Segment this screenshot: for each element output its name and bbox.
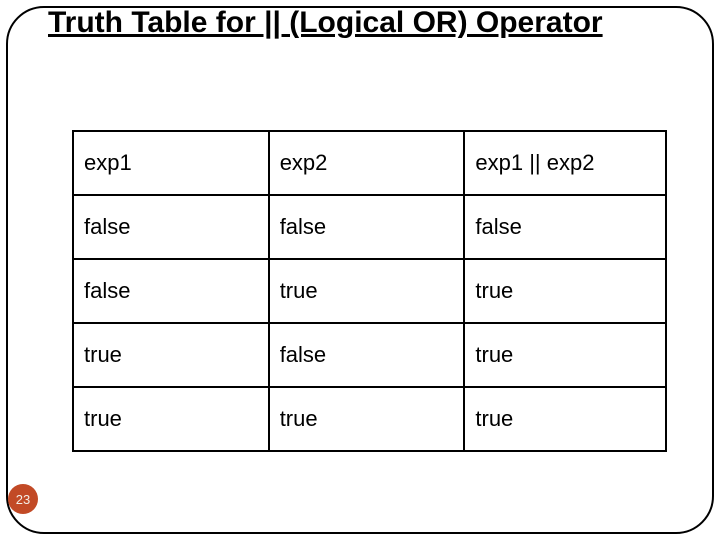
col-header-exp2: exp2 — [269, 131, 465, 195]
table-row: false true true — [73, 259, 666, 323]
table-row: true false true — [73, 323, 666, 387]
cell-exp2: true — [269, 259, 465, 323]
cell-exp1: false — [73, 195, 269, 259]
table-row: false false false — [73, 195, 666, 259]
col-header-result: exp1 || exp2 — [464, 131, 666, 195]
cell-result: true — [464, 323, 666, 387]
cell-result: false — [464, 195, 666, 259]
table-row: true true true — [73, 387, 666, 451]
cell-exp2: false — [269, 195, 465, 259]
cell-result: true — [464, 259, 666, 323]
cell-exp1: true — [73, 323, 269, 387]
page-number-badge: 23 — [8, 484, 38, 514]
truth-table-grid: exp1 exp2 exp1 || exp2 false false false… — [72, 130, 667, 452]
cell-exp1: false — [73, 259, 269, 323]
cell-exp2: true — [269, 387, 465, 451]
truth-table: exp1 exp2 exp1 || exp2 false false false… — [72, 130, 667, 452]
table-header-row: exp1 exp2 exp1 || exp2 — [73, 131, 666, 195]
col-header-exp1: exp1 — [73, 131, 269, 195]
cell-exp2: false — [269, 323, 465, 387]
cell-exp1: true — [73, 387, 269, 451]
page-title: Truth Table for || (Logical OR) Operator — [48, 6, 680, 41]
cell-result: true — [464, 387, 666, 451]
